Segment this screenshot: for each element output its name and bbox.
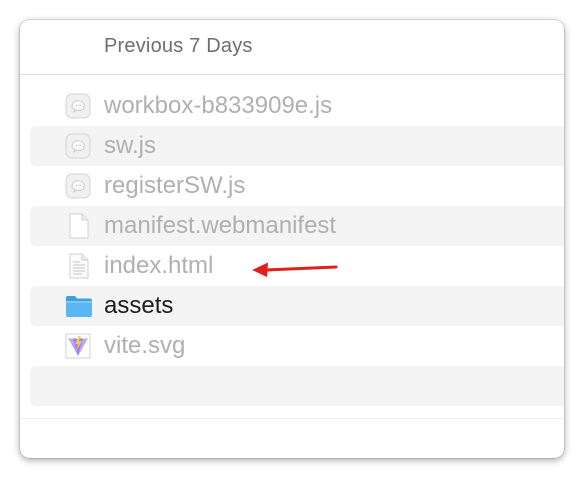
annotation-arrow-icon [252, 262, 338, 277]
folder-name: assets [104, 292, 174, 319]
file-name: index.html [104, 252, 214, 279]
divider [20, 418, 564, 419]
file-row-manifest[interactable]: manifest.webmanifest [30, 206, 564, 246]
file-row-registersw[interactable]: registerSW.js [30, 166, 564, 206]
file-name: workbox-b833909e.js [104, 92, 333, 119]
vite-logo-icon [64, 332, 92, 360]
html-document-icon [64, 252, 92, 280]
file-name: vite.svg [104, 332, 186, 359]
section-header[interactable]: Previous 7 Days [20, 20, 564, 75]
file-list: workbox-b833909e.js sw.js registerSW.js … [30, 86, 564, 406]
file-name: manifest.webmanifest [104, 212, 337, 239]
generic-document-icon [64, 212, 92, 240]
file-row-assets[interactable]: assets [30, 286, 564, 326]
file-row-workbox[interactable]: workbox-b833909e.js [30, 86, 564, 126]
js-file-icon [64, 172, 92, 200]
js-file-icon [64, 132, 92, 160]
folder-icon [64, 292, 92, 320]
section-title: Previous 7 Days [104, 35, 253, 57]
file-name: registerSW.js [104, 172, 246, 199]
file-row-vite-svg[interactable]: vite.svg [30, 326, 564, 366]
file-row-sw[interactable]: sw.js [30, 126, 564, 166]
js-file-icon [64, 92, 92, 120]
finder-window: Previous 7 Days workbox-b833909e.js sw.j… [20, 20, 564, 458]
file-name: sw.js [104, 132, 157, 159]
empty-row [30, 366, 564, 406]
